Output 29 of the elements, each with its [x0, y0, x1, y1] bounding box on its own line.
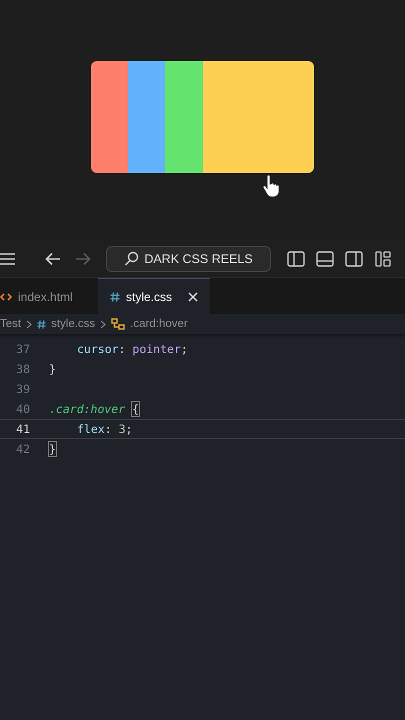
code-line: }	[49, 442, 56, 456]
color-card[interactable]	[165, 61, 203, 173]
chevron-icon	[26, 320, 32, 328]
hash-icon	[37, 320, 46, 328]
line-number: 40	[15, 402, 30, 416]
line-number: 37	[15, 342, 30, 356]
hash-icon	[110, 292, 120, 302]
breadcrumb-item[interactable]: style.css	[51, 318, 96, 330]
line-number: 42	[15, 442, 30, 456]
breadcrumb-item[interactable]: .card:hover	[130, 318, 188, 330]
code-line: flex: 3;	[77, 422, 132, 436]
search-bar[interactable]: DARK CSS REELS	[106, 246, 271, 272]
search-icon	[124, 251, 140, 266]
chevron-icon	[100, 320, 106, 328]
line-number: 41	[15, 422, 30, 436]
line-number: 39	[15, 382, 30, 396]
file-tab[interactable]: style.css	[98, 278, 210, 314]
code-line: .card:hover {	[49, 402, 139, 416]
hand-pointer-icon	[262, 174, 280, 198]
code-line: cursor: pointer;	[77, 342, 188, 356]
color-card[interactable]	[91, 61, 128, 173]
code-icon	[0, 292, 12, 300]
color-card[interactable]	[202, 61, 314, 173]
line-number: 38	[15, 362, 30, 376]
color-card[interactable]	[128, 61, 166, 173]
close-icon[interactable]	[188, 292, 198, 302]
symbol-icon	[111, 318, 126, 330]
code-line: }	[49, 362, 56, 376]
breadcrumb-item[interactable]: Test	[0, 318, 22, 330]
